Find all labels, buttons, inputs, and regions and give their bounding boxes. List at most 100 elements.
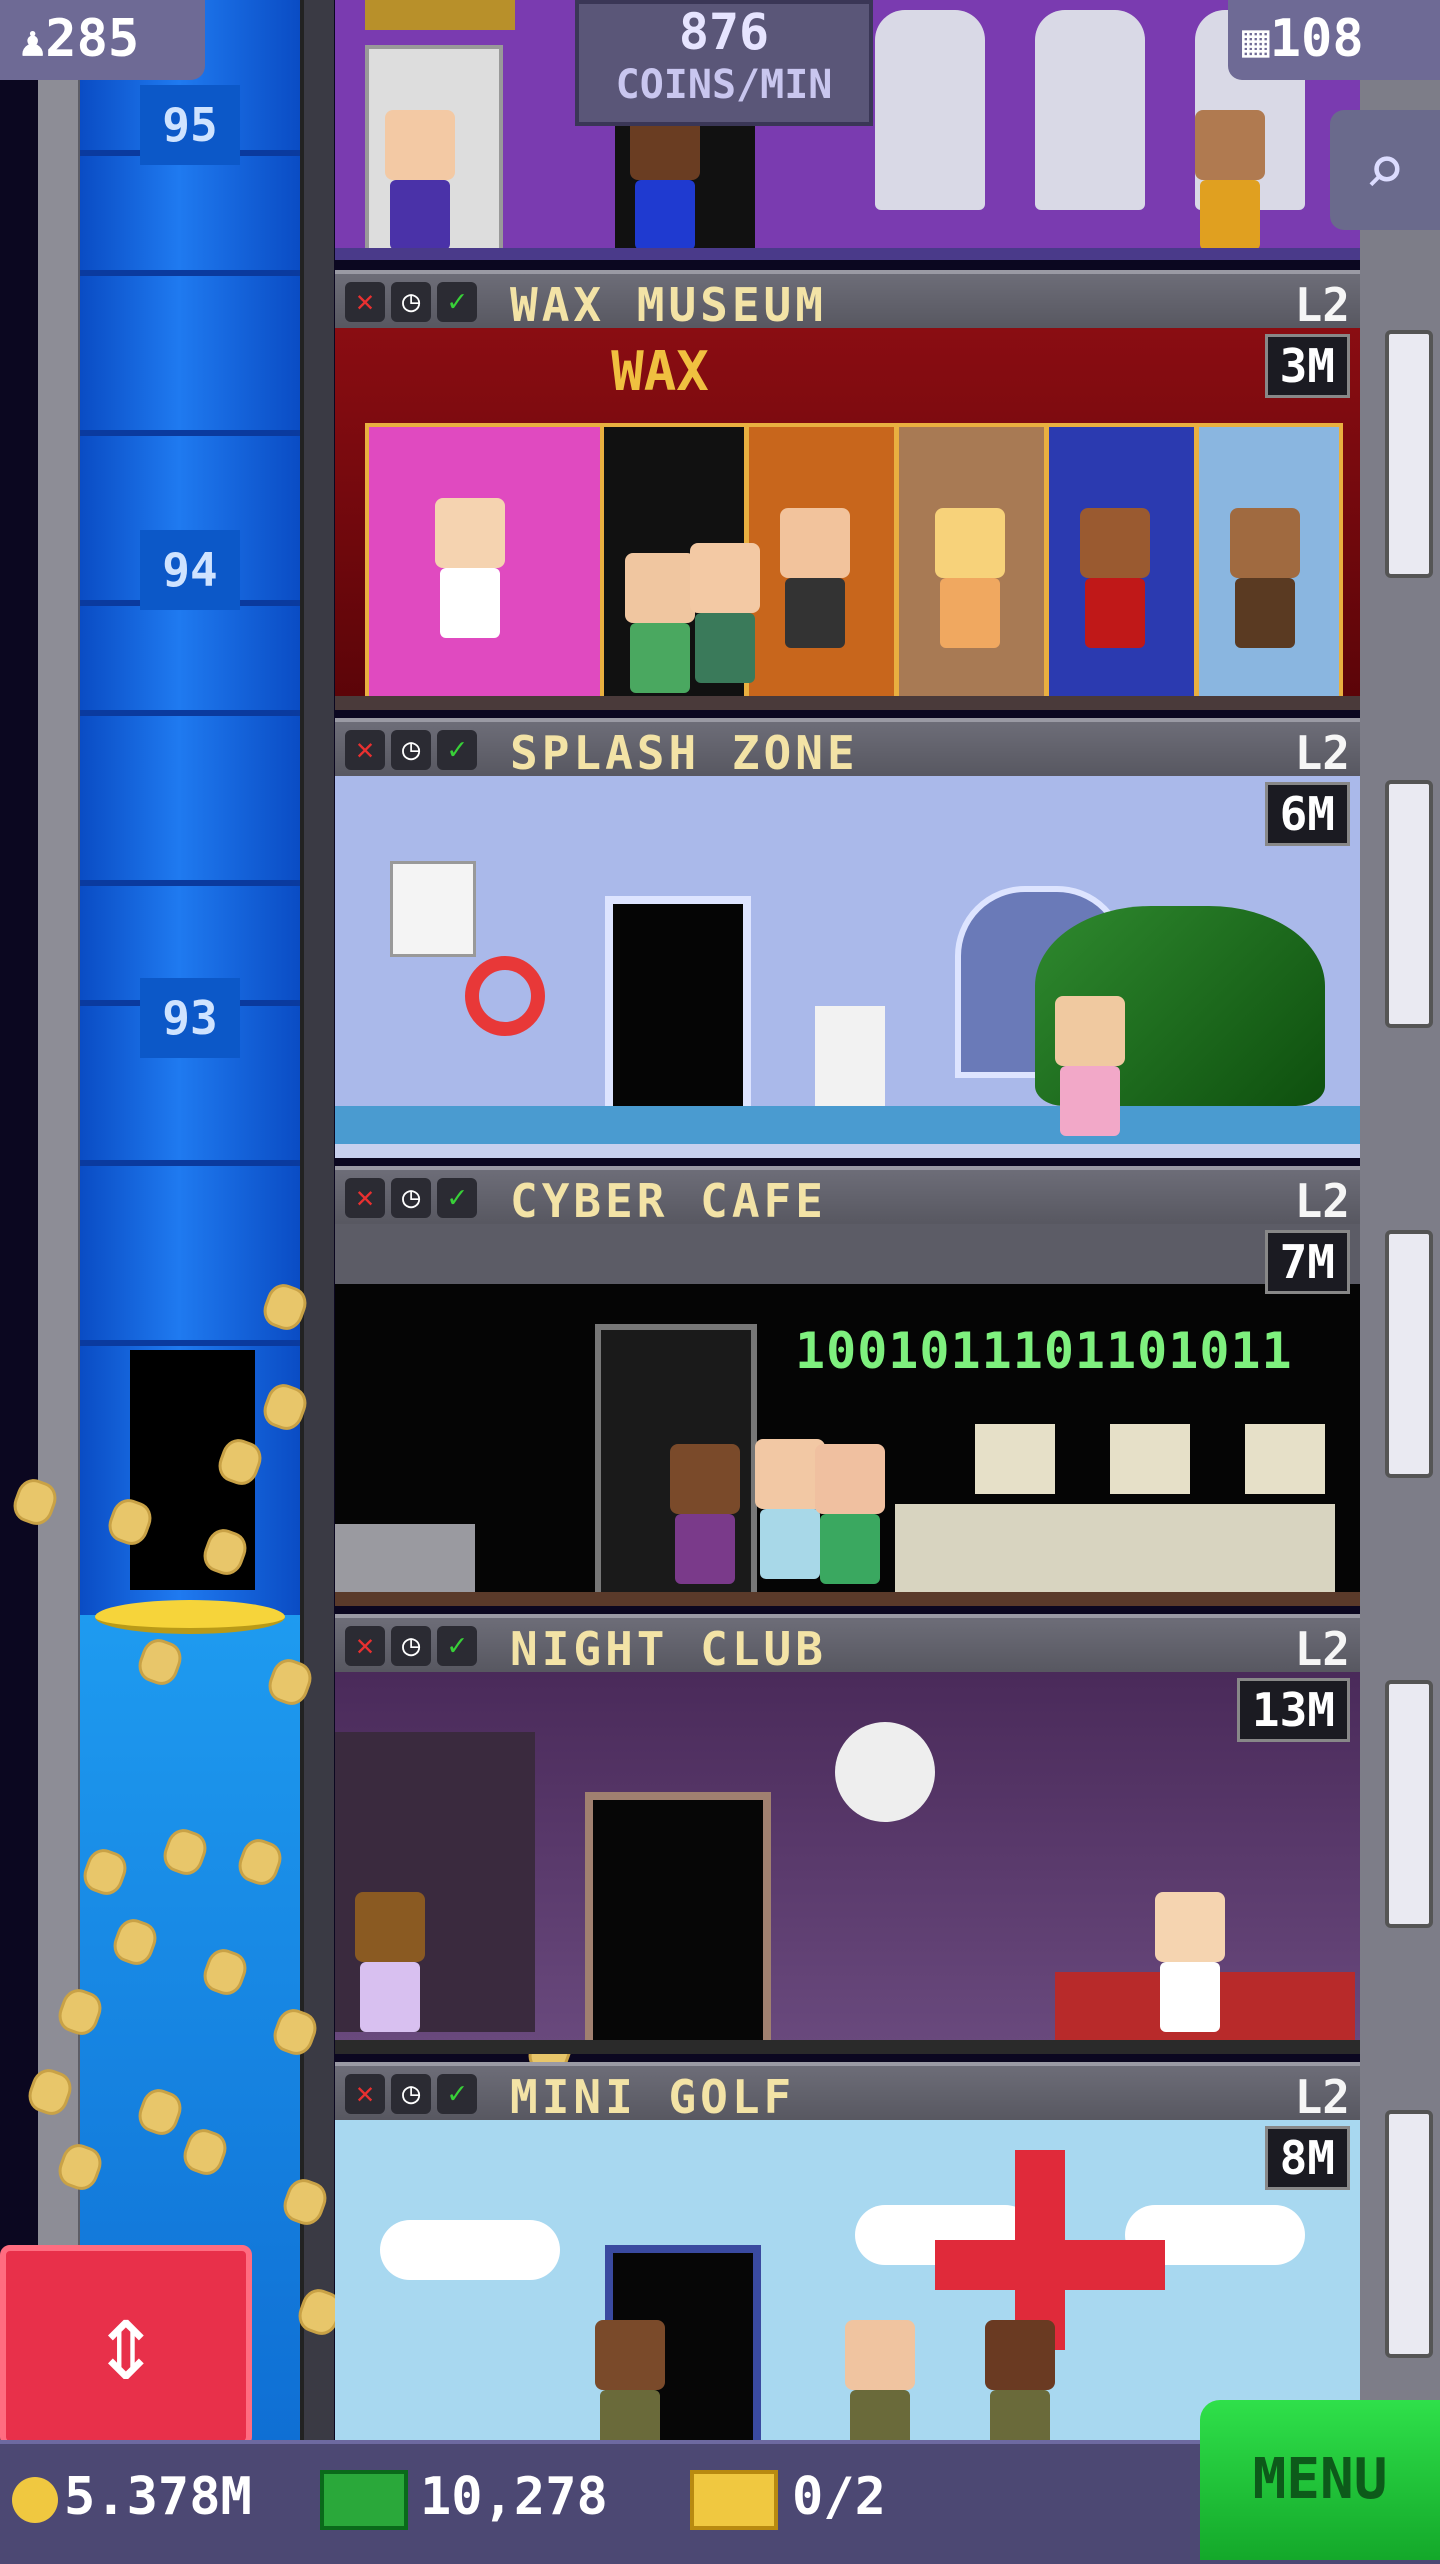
bitizen[interactable] [1195,110,1265,260]
cash-icon [320,2470,408,2530]
coins-display[interactable]: 5.378M [12,2452,252,2542]
floor-level: L2 [1294,1174,1350,1228]
price-tag: 13M [1236,1678,1350,1742]
clock-icon[interactable]: ◷ [391,730,431,770]
cloud [380,2220,560,2280]
floor-mini-golf[interactable]: ✕ ◷ ✓ MINI GOLF L2 8M [335,2062,1360,2440]
bitizen[interactable] [355,1892,425,2042]
bitizen[interactable] [625,553,695,703]
bitizen[interactable] [385,110,455,260]
floor-level: L2 [1294,278,1350,332]
price-tag: 6M [1264,782,1350,846]
clock-icon[interactable]: ◷ [391,282,431,322]
close-icon[interactable]: ✕ [345,2074,385,2114]
floor-level: L2 [1294,2070,1350,2124]
floor-name: CYBER CAFE [510,1174,827,1228]
magnifier-icon: ⌕ [1363,129,1407,211]
floor-room: 7M 1001011101101011 [335,1224,1360,1606]
floor-splash-zone[interactable]: ✕ ◷ ✓ SPLASH ZONE L2 6M [335,718,1360,1158]
check-icon[interactable]: ✓ [437,1178,477,1218]
slot-machine [1035,10,1145,210]
floor-header: ✕ ◷ ✓ NIGHT CLUB L2 [335,1614,1360,1676]
tower-window [1385,330,1433,578]
check-icon[interactable]: ✓ [437,2074,477,2114]
bitizen[interactable] [845,2320,915,2440]
coins-per-min-value: 876 [678,3,770,61]
bitizen[interactable] [985,2320,1055,2440]
bitizen[interactable] [1155,1892,1225,2042]
wax-figure [435,498,505,648]
shaft-floor-number: 94 [140,530,240,610]
tickets-display[interactable]: 0/2 [690,2452,886,2542]
floor-name: SPLASH ZONE [510,726,859,780]
bux-display[interactable]: 10,278 [320,2452,608,2542]
floor-name: NIGHT CLUB [510,1622,827,1676]
pool-water [335,1106,1360,1146]
tickets-value: 0/2 [792,2467,886,2527]
search-button[interactable]: ⌕ [1330,110,1440,230]
coins-per-min-label: COINS/MIN [615,62,833,108]
floor-wax-museum[interactable]: ✕ ◷ ✓ WAX MUSEUM L2 WAX 3M [335,270,1360,710]
shaft-edge [300,0,334,2440]
windmill-blades [935,2240,1165,2290]
floor-ground [335,696,1360,710]
population-counter[interactable]: ♟285 [0,0,205,80]
close-icon[interactable]: ✕ [345,730,385,770]
wax-figure [1080,508,1150,658]
shaft-divider [80,270,300,276]
menu-button[interactable]: MENU [1200,2400,1440,2560]
floor-ground [335,1144,1360,1158]
disco-ball-icon [835,1722,935,1822]
shaft-divider [80,1340,300,1346]
clock-icon[interactable]: ◷ [391,1626,431,1666]
elevator-button[interactable]: ⇕ [0,2245,252,2447]
price-tag: 7M [1264,1230,1350,1294]
shaft-floor-number: 93 [140,978,240,1058]
person-icon: ♟ [20,17,46,66]
tower-window [1385,780,1433,1028]
bitizen[interactable] [630,110,700,260]
computer-icon [1110,1424,1190,1494]
check-icon[interactable]: ✓ [437,730,477,770]
floors-counter[interactable]: ▦108 [1228,0,1440,80]
life-ring-icon [465,956,545,1036]
floor-header: ✕ ◷ ✓ CYBER CAFE L2 [335,1166,1360,1228]
shaft-divider [80,430,300,436]
clock-icon[interactable]: ◷ [391,1178,431,1218]
floor-room: WAX 3M [335,328,1360,710]
wax-sign: WAX [611,340,709,403]
floor-night-club[interactable]: ✕ ◷ ✓ NIGHT CLUB L2 13M [335,1614,1360,2054]
bitizen[interactable] [690,543,760,693]
poster [390,861,476,957]
floor-cyber-cafe[interactable]: ✕ ◷ ✓ CYBER CAFE L2 7M 1001011101101011 [335,1166,1360,1606]
coins-value: 5.378M [64,2467,252,2527]
club-door [585,1792,771,2054]
building-icon: ▦ [1242,13,1270,67]
binary-display: 1001011101101011 [795,1322,1293,1380]
slot-machine [875,10,985,210]
bitizen[interactable] [1055,996,1125,1146]
elevator-platform [95,1600,285,1634]
up-down-arrows-icon: ⇕ [92,2277,160,2405]
ceiling-lights [335,1224,1360,1284]
floor-header: ✕ ◷ ✓ SPLASH ZONE L2 [335,718,1360,780]
clock-icon[interactable]: ◷ [391,2074,431,2114]
bitizen[interactable] [670,1444,740,1594]
bitizen[interactable] [815,1444,885,1594]
check-icon[interactable]: ✓ [437,282,477,322]
population-value: 285 [45,9,140,69]
floor-ground [335,1592,1360,1606]
shaft-divider [80,1160,300,1166]
floor-header: ✕ ◷ ✓ MINI GOLF L2 [335,2062,1360,2124]
floor-room: 8M [335,2120,1360,2440]
wax-figure [1230,508,1300,658]
tower-window [1385,1230,1433,1478]
close-icon[interactable]: ✕ [345,1626,385,1666]
check-icon[interactable]: ✓ [437,1626,477,1666]
ticket-icon [690,2470,778,2530]
floors-count: 108 [1269,9,1364,69]
bitizen[interactable] [595,2320,665,2440]
price-tag: 8M [1264,2126,1350,2190]
close-icon[interactable]: ✕ [345,1178,385,1218]
close-icon[interactable]: ✕ [345,282,385,322]
